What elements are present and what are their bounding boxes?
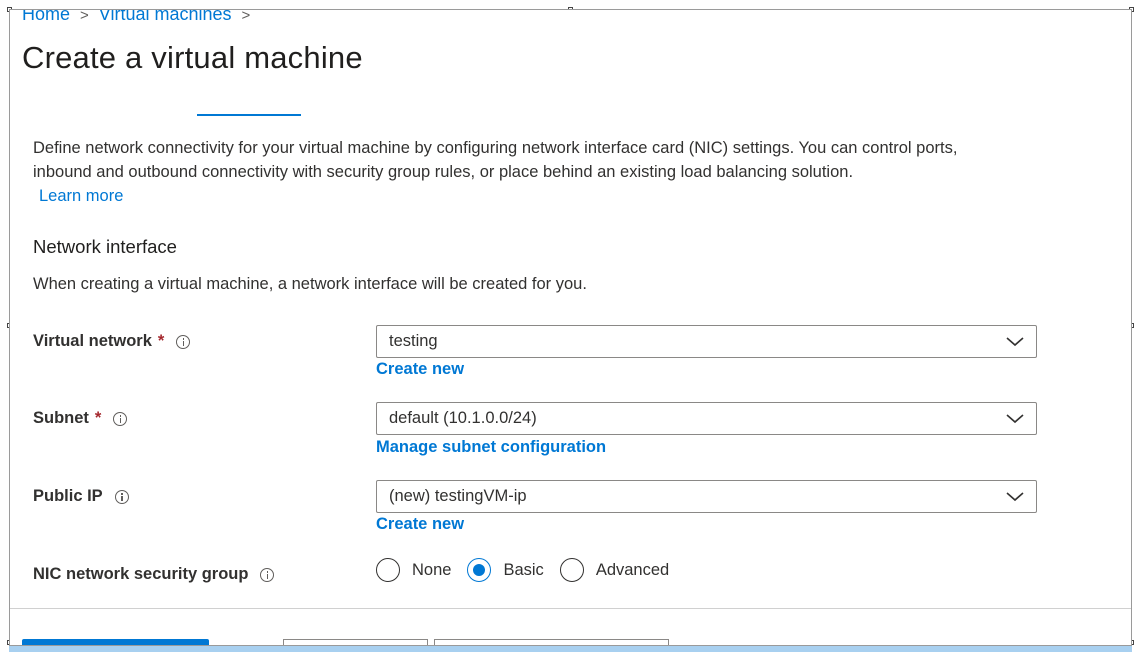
subnet-dropdown[interactable]: default (10.1.0.0/24): [376, 402, 1037, 435]
public-ip-dropdown[interactable]: (new) testingVM-ip: [376, 480, 1037, 513]
breadcrumb-separator: >: [241, 9, 251, 24]
nsg-basic-label[interactable]: Basic: [503, 561, 543, 580]
virtual-network-value: testing: [389, 332, 438, 350]
nic-nsg-radio-group: None Basic Advanced: [376, 558, 685, 582]
virtual-network-label-text: Virtual network: [33, 332, 152, 350]
breadcrumb: Home > Virtual machines >: [22, 9, 260, 25]
nsg-basic-radio[interactable]: [467, 558, 492, 582]
public-ip-label-text: Public IP: [33, 487, 103, 505]
breadcrumb-separator: >: [80, 9, 89, 24]
footer-divider: [10, 608, 1131, 609]
nsg-advanced-label[interactable]: Advanced: [596, 561, 669, 580]
subnet-label: Subnet *: [33, 409, 128, 428]
create-new-public-ip-link[interactable]: Create new: [376, 515, 464, 534]
previous-button[interactable]: [283, 639, 428, 645]
required-asterisk: *: [94, 409, 102, 427]
description-text: Define network connectivity for your vir…: [33, 139, 958, 181]
breadcrumb-home[interactable]: Home: [22, 10, 70, 24]
network-interface-subtitle: When creating a virtual machine, a netwo…: [33, 275, 587, 293]
public-ip-label: Public IP: [33, 487, 129, 506]
page-title: Create a virtual machine: [22, 40, 363, 75]
manage-subnet-configuration-link[interactable]: Manage subnet configuration: [376, 438, 606, 457]
chevron-down-icon: [1006, 414, 1024, 424]
subnet-value: default (10.1.0.0/24): [389, 409, 537, 427]
info-icon[interactable]: [113, 411, 128, 426]
learn-more-link[interactable]: Learn more: [39, 184, 123, 208]
nsg-none-radio[interactable]: [376, 558, 400, 582]
next-button[interactable]: [434, 639, 669, 645]
info-icon[interactable]: [114, 489, 129, 504]
networking-description: Define network connectivity for your vir…: [33, 136, 1003, 208]
info-icon[interactable]: [176, 334, 191, 349]
nic-nsg-label-text: NIC network security group: [33, 565, 249, 583]
nsg-advanced-radio[interactable]: [559, 558, 584, 582]
create-vm-networking-panel: Home > Virtual machines > Create a virtual …: [9, 9, 1132, 646]
network-interface-heading: Network interface: [33, 236, 177, 257]
virtual-network-dropdown[interactable]: testing: [376, 325, 1037, 358]
info-icon[interactable]: [260, 567, 275, 582]
chevron-down-icon: [1006, 492, 1024, 502]
required-asterisk: *: [157, 332, 165, 350]
virtual-network-label: Virtual network *: [33, 332, 191, 351]
nsg-none-label[interactable]: None: [412, 561, 451, 580]
review-create-button[interactable]: [22, 639, 209, 645]
public-ip-value: (new) testingVM-ip: [389, 487, 527, 505]
active-tab-indicator: [197, 114, 301, 116]
bottom-highlight-strip: [9, 646, 1132, 652]
nic-nsg-label: NIC network security group: [33, 565, 275, 584]
create-new-virtual-network-link[interactable]: Create new: [376, 360, 464, 379]
breadcrumb-virtual-machines[interactable]: Virtual machines: [99, 10, 232, 24]
subnet-label-text: Subnet: [33, 409, 89, 427]
chevron-down-icon: [1006, 337, 1024, 347]
